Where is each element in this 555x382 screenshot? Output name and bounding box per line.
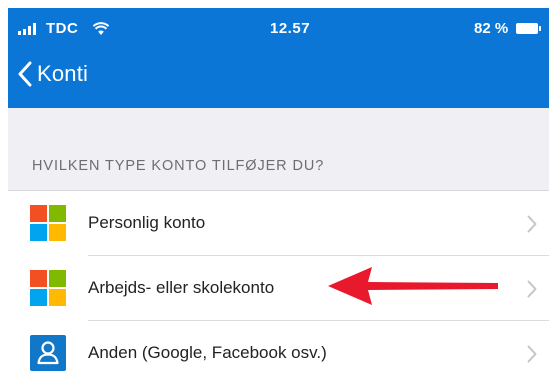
- signal-strength-icon: [18, 23, 42, 35]
- back-button[interactable]: Konti: [18, 57, 88, 91]
- battery-icon: [516, 23, 541, 34]
- chevron-right-icon: [527, 280, 537, 298]
- chevron-right-icon: [527, 215, 537, 233]
- section-header: HVILKEN TYPE KONTO TILFØJER DU?: [32, 158, 325, 174]
- list-item-personal-account[interactable]: Personlig konto: [8, 191, 549, 256]
- status-bar: TDC 12.57 82 %: [8, 8, 549, 48]
- chevron-right-icon: [527, 345, 537, 363]
- microsoft-logo-icon: [30, 270, 66, 306]
- microsoft-logo-icon: [30, 205, 66, 241]
- red-arrow-annotation: [328, 267, 498, 305]
- wifi-icon: [93, 22, 109, 35]
- row-label: Arbejds- eller skolekonto: [88, 278, 275, 297]
- chevron-left-icon: [18, 61, 32, 87]
- status-time: 12.57: [270, 20, 311, 37]
- phone-screen: TDC 12.57 82 % Konti HVILKEN TYPE KONTO …: [8, 8, 549, 382]
- row-label: Personlig konto: [88, 213, 206, 232]
- row-label: Anden (Google, Facebook osv.): [88, 343, 327, 362]
- app-header: TDC 12.57 82 % Konti: [8, 8, 549, 108]
- screenshot-frame: TDC 12.57 82 % Konti HVILKEN TYPE KONTO …: [0, 0, 555, 382]
- list-item-other-account[interactable]: Anden (Google, Facebook osv.): [8, 321, 549, 382]
- person-icon: [30, 335, 66, 371]
- battery-percentage: 82 %: [474, 20, 509, 37]
- carrier-name: TDC: [46, 20, 79, 37]
- back-button-label: Konti: [37, 61, 89, 86]
